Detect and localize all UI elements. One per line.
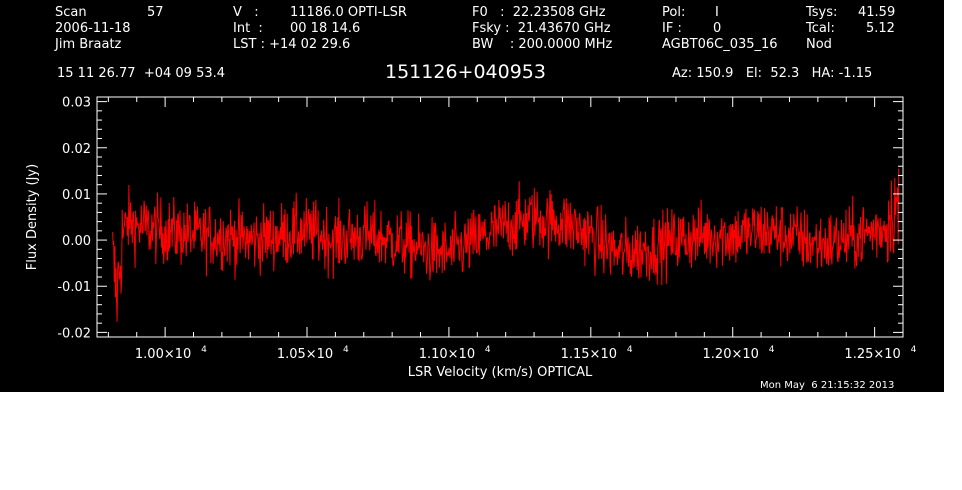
x-tick-label-exponent: 4 — [911, 345, 917, 355]
spectrum-chart: 1.00×10 4 1.05×10 4 1.10×10 4 1.15×10 4 1.20×10 4… — [25, 96, 917, 380]
x-tick-label-exponent: 4 — [201, 345, 207, 355]
spectrum-trace — [112, 168, 900, 322]
x-tick-label: 1.00×10 — [135, 347, 191, 362]
y-tick-label: 0.00 — [62, 234, 91, 249]
project-id: AGBT06C_035_16 — [662, 37, 778, 52]
if-label: IF : — [662, 21, 682, 36]
scan-number: 57 — [147, 5, 164, 20]
bandwidth: BW : 200.0000 MHz — [472, 37, 613, 52]
polarization-value: I — [715, 5, 719, 20]
y-tick-label: 0.01 — [62, 188, 91, 203]
observing-mode: Nod — [806, 37, 832, 52]
tsys-label: Tsys: — [806, 5, 838, 20]
tcal-value: 5.12 — [866, 21, 895, 36]
polarization-label: Pol: — [662, 5, 686, 20]
x-axis-label: LSR Velocity (km/s) OPTICAL — [408, 365, 593, 380]
tcal-label: Tcal: — [806, 21, 835, 36]
velocity-value: 11186.0 OPTI-LSR — [290, 5, 407, 20]
y-tick-label: -0.01 — [57, 280, 91, 295]
rest-frequency: F0 : 22.23508 GHz — [472, 5, 606, 20]
integration-label: Int : — [233, 21, 263, 36]
x-tick-label-exponent: 4 — [343, 345, 349, 355]
pointing-info: Az: 150.9 El: 52.3 HA: -1.15 — [672, 66, 873, 81]
x-tick-label: 1.05×10 — [277, 347, 333, 362]
lst-text: LST : +14 02 29.6 — [233, 37, 351, 52]
observation-date: 2006-11-18 — [55, 21, 131, 36]
source-name: 151126+040953 — [385, 61, 546, 83]
plot-panel: 1.00×10 4 1.05×10 4 1.10×10 4 1.15×10 4 1.20×10 4… — [0, 0, 944, 392]
plot-timestamp: Mon May 6 21:15:32 2013 — [760, 380, 895, 391]
x-tick-label-exponent: 4 — [485, 345, 491, 355]
x-tick-label-exponent: 4 — [769, 345, 775, 355]
x-tick-label: 1.20×10 — [703, 347, 759, 362]
y-tick-label: 0.03 — [62, 96, 91, 111]
sky-frequency: Fsky : 21.43670 GHz — [472, 21, 611, 36]
x-tick-label: 1.15×10 — [561, 347, 617, 362]
if-value: 0 — [713, 21, 722, 36]
tsys-value: 41.59 — [858, 5, 896, 20]
source-coordinates: 15 11 26.77 +04 09 53.4 — [57, 66, 226, 81]
x-tick-label-exponent: 4 — [627, 345, 633, 355]
velocity-label: V : — [233, 5, 259, 20]
x-tick-label: 1.25×10 — [844, 347, 900, 362]
y-tick-label: -0.02 — [57, 326, 91, 341]
observer-name: Jim Braatz — [55, 37, 122, 52]
y-tick-label: 0.02 — [62, 142, 91, 157]
x-tick-label: 1.10×10 — [419, 347, 475, 362]
integration-value: 00 18 14.6 — [290, 21, 361, 36]
scan-label: Scan — [55, 5, 87, 20]
y-axis-label: Flux Density (Jy) — [25, 164, 40, 270]
